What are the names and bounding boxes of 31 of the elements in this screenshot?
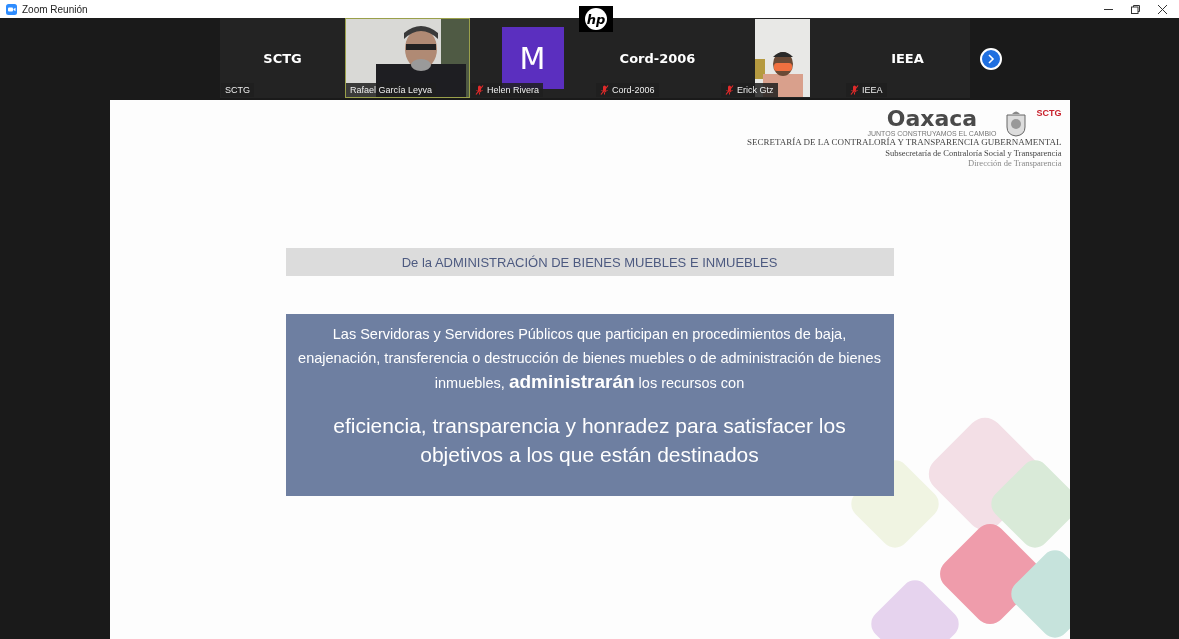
participant-display-name: Cord-2006	[619, 50, 696, 66]
next-page-button[interactable]	[980, 48, 1002, 70]
chevron-right-icon	[987, 54, 995, 64]
participant-name: Rafael García Leyva	[350, 85, 433, 95]
header-line: Dirección de Transparencia	[968, 158, 1062, 169]
participant-tile[interactable]: IEEA IEEA	[845, 18, 970, 98]
logo-label: SCTG	[1036, 108, 1062, 118]
participant-tile[interactable]: SCTG SCTG	[220, 18, 345, 98]
participant-name: IEEA	[862, 85, 883, 95]
conclusion-text: eficiencia, transparencia y honradez para satisfacer los objetivos a los que están destinados	[332, 413, 847, 469]
body-paragraph: Las Servidoras y Servidores Públicos que participan en procedimientos de baja, enajenación, transferencia o destrucción de bienes muebles o de administración de bienes inmuebles, administrarán los recursos con	[297, 325, 882, 395]
participant-display-name: SCTG	[263, 50, 302, 66]
window-title: Zoom Reunión	[22, 3, 88, 15]
muted-microphone-icon	[475, 85, 484, 95]
restore-icon[interactable]	[1131, 4, 1140, 14]
participant-display-name: IEEA	[891, 50, 924, 66]
participant-tile[interactable]: Rafael García Leyva	[345, 18, 470, 98]
hp-logo: hp	[579, 6, 613, 32]
header-line: SECRETARÍA DE LA CONTRALORÍA Y TRANSPARENCIA GUBERNAMENTAL	[747, 137, 1062, 148]
participant-name: Cord-2006	[612, 85, 655, 95]
slide-heading: De la ADMINISTRACIÓN DE BIENES MUEBLES E INMUEBLES	[285, 248, 894, 277]
participant-tile[interactable]: Erick Gtz	[720, 18, 845, 98]
logo-text: Oaxaca	[886, 108, 978, 130]
participant-name: SCTG	[225, 85, 250, 95]
participant-name: Erick Gtz	[737, 85, 774, 95]
muted-microphone-icon	[725, 85, 734, 95]
muted-microphone-icon	[850, 85, 859, 95]
close-icon[interactable]	[1158, 4, 1167, 14]
muted-microphone-icon	[600, 85, 609, 95]
zoom-app-icon	[6, 3, 17, 15]
header-line: Subsecretaría de Contraloría Social y Transparencia	[885, 147, 1062, 158]
